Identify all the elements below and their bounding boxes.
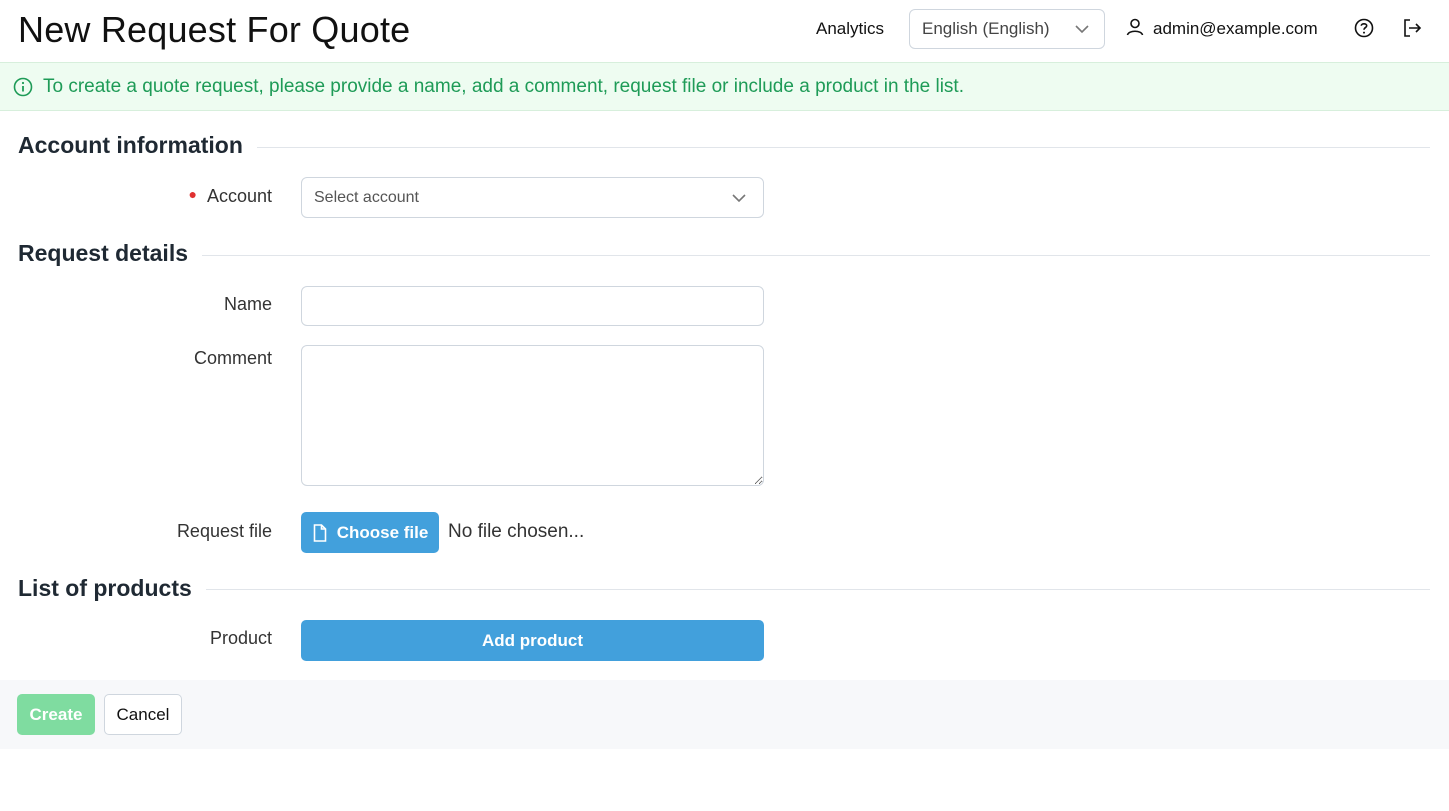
logout-icon[interactable]: [1401, 17, 1423, 39]
account-label: ● Account: [188, 186, 272, 206]
comment-label: Comment: [193, 348, 272, 368]
section-divider: [240, 147, 1430, 148]
name-label: Name: [223, 294, 272, 314]
form-footer: Create Cancel: [0, 680, 1449, 749]
request-file-label: Request file: [176, 521, 272, 541]
choose-file-label: Choose file: [336, 522, 429, 542]
user-menu[interactable]: admin@example.com: [1125, 17, 1318, 41]
info-banner: To create a quote request, please provid…: [0, 62, 1449, 111]
chevron-down-icon: [731, 190, 747, 211]
account-select[interactable]: Select account: [301, 177, 764, 218]
section-divider: [186, 255, 1430, 256]
section-title-request-details: Request details: [18, 240, 202, 267]
chevron-down-icon: [1074, 21, 1090, 42]
language-select-value: English (English): [922, 19, 1050, 38]
account-select-placeholder: Select account: [314, 189, 419, 206]
comment-textarea[interactable]: [301, 345, 764, 486]
required-indicator: ●: [188, 186, 197, 202]
name-input[interactable]: [301, 286, 764, 326]
header: New Request For Quote Analytics English …: [0, 0, 1449, 62]
help-icon[interactable]: [1353, 17, 1375, 39]
no-file-text: No file chosen...: [448, 521, 585, 542]
info-circle-icon: [13, 77, 33, 102]
section-divider: [198, 589, 1430, 590]
cancel-button[interactable]: Cancel: [104, 694, 182, 735]
section-title-account: Account information: [18, 132, 257, 159]
user-icon: [1125, 17, 1145, 42]
choose-file-button[interactable]: Choose file: [301, 512, 439, 553]
page-title: New Request For Quote: [18, 9, 411, 50]
file-icon: [312, 523, 328, 542]
info-banner-text: To create a quote request, please provid…: [43, 76, 964, 97]
add-product-button[interactable]: Add product: [301, 620, 764, 661]
language-select[interactable]: English (English): [909, 9, 1105, 49]
product-label: Product: [209, 628, 272, 648]
user-email: admin@example.com: [1153, 19, 1318, 38]
analytics-link[interactable]: Analytics: [816, 19, 884, 39]
section-title-products: List of products: [18, 575, 206, 602]
create-button[interactable]: Create: [17, 694, 95, 735]
